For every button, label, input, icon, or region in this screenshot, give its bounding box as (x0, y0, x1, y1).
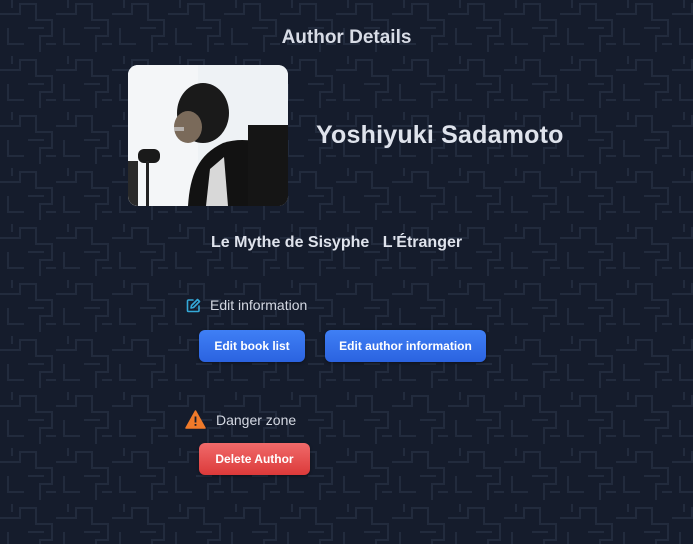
author-details-page: Author Details Yoshiyuki Sadamoto Le Myt… (0, 0, 693, 544)
background-pattern (0, 0, 693, 544)
edit-information-label: Edit information (210, 297, 308, 313)
author-photo (128, 65, 288, 206)
warning-icon (185, 410, 206, 429)
delete-author-button[interactable]: Delete Author (199, 443, 310, 475)
page-title: Author Details (281, 27, 412, 48)
edit-information-heading: Edit information (186, 297, 307, 313)
author-name: Yoshiyuki Sadamoto (316, 121, 564, 149)
edit-book-list-button[interactable]: Edit book list (199, 330, 305, 362)
edit-icon (186, 298, 201, 313)
edit-author-information-button[interactable]: Edit author information (325, 330, 486, 362)
book-list: Le Mythe de Sisyphe L'Étranger (211, 234, 471, 252)
book-title[interactable]: Le Mythe de Sisyphe (211, 234, 369, 251)
danger-zone-label: Danger zone (216, 411, 297, 428)
danger-zone-heading: Danger zone (185, 410, 296, 429)
book-title[interactable]: L'Étranger (383, 234, 462, 251)
